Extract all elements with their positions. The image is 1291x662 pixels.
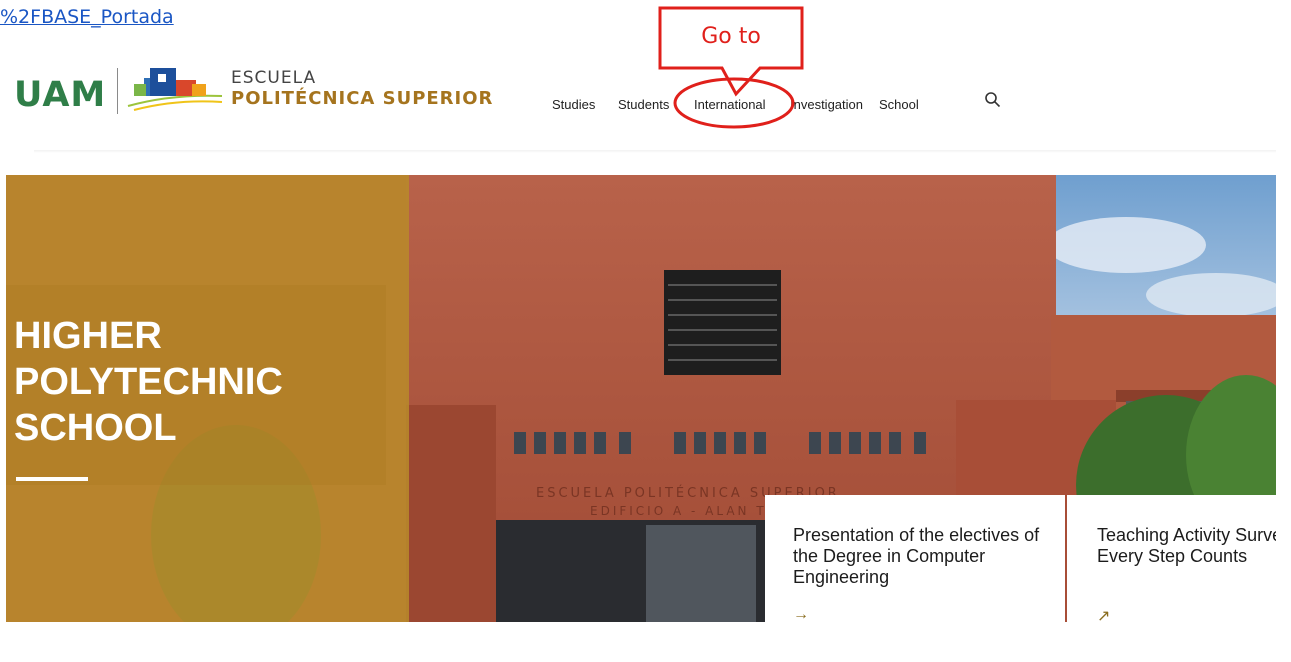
nav-school[interactable]: School (879, 97, 919, 112)
logo-text-politecnica: POLITÉCNICA SUPERIOR (231, 88, 494, 109)
search-icon[interactable] (984, 91, 1002, 109)
news-card[interactable]: Teaching Activity Surveys. Every Step Co… (1067, 495, 1276, 655)
nav-international[interactable]: International (694, 97, 766, 112)
nav-studies[interactable]: Studies (552, 97, 595, 112)
callout-label: Go to (701, 24, 761, 49)
news-card-title: Presentation of the electives of the Deg… (793, 525, 1040, 587)
arrow-right-icon[interactable]: → (793, 606, 809, 624)
uam-logo[interactable]: UAM (14, 75, 106, 115)
portada-link[interactable]: %2FBASE_Portada (0, 6, 174, 28)
news-card-title: Teaching Activity Surveys. Every Step Co… (1097, 525, 1276, 566)
arrow-up-right-icon[interactable]: ↗ (1097, 606, 1110, 626)
header-shadow (34, 150, 1276, 153)
nav-investigation[interactable]: Investigation (790, 97, 863, 112)
logo-text-escuela: ESCUELA (231, 68, 317, 88)
logo-divider (117, 68, 118, 114)
eps-logo-icon[interactable] (126, 64, 224, 114)
nav-students[interactable]: Students (618, 97, 669, 112)
news-card[interactable]: Presentation of the electives of the Deg… (765, 495, 1065, 655)
